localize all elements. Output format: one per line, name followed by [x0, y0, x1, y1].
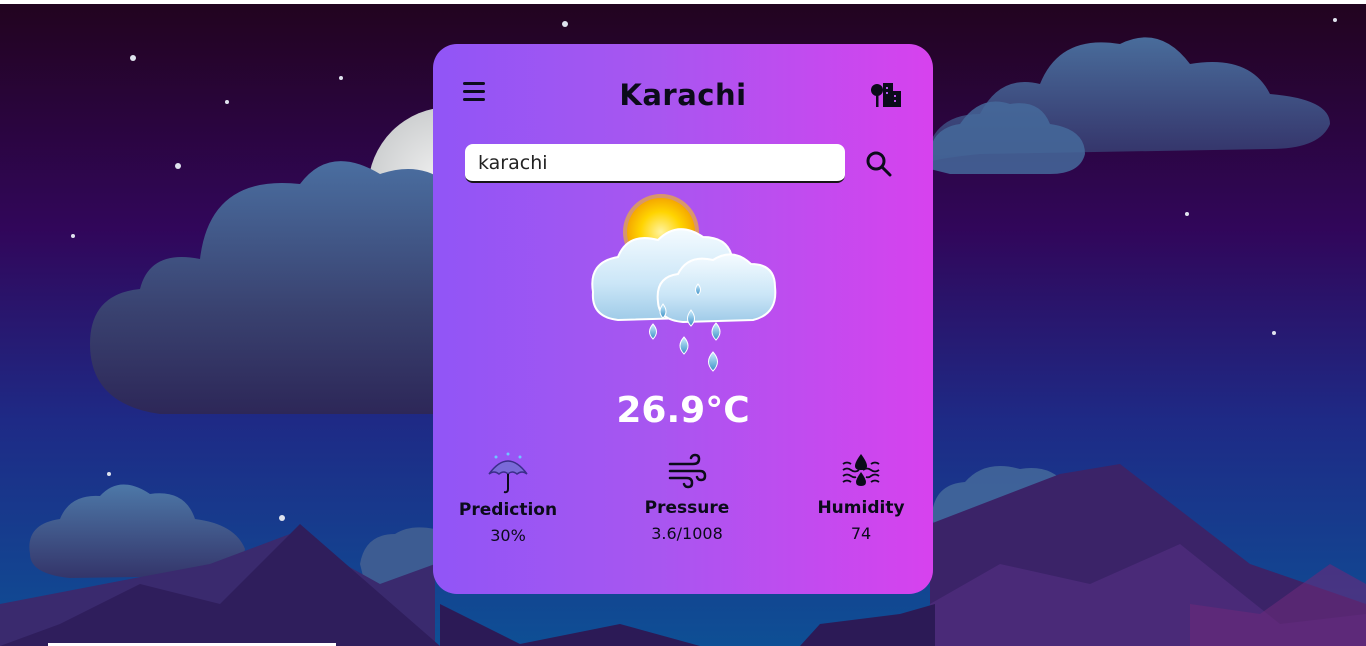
stat-pressure: Pressure 3.6/1008: [617, 452, 757, 543]
stat-prediction: Prediction 30%: [438, 452, 578, 545]
umbrella-icon: [488, 452, 528, 494]
humidity-icon: [842, 454, 880, 486]
search-input[interactable]: [465, 144, 845, 183]
stat-label: Humidity: [817, 498, 905, 518]
city-title: Karachi: [619, 78, 747, 112]
stat-value: 3.6/1008: [651, 524, 723, 543]
temperature-value: 26.9°C: [616, 390, 750, 431]
city-buildings-icon[interactable]: [869, 81, 903, 109]
stat-humidity: Humidity 74: [791, 452, 931, 543]
search-icon[interactable]: [865, 150, 893, 178]
stat-label: Pressure: [644, 498, 730, 518]
stat-value: 30%: [490, 526, 526, 545]
wind-icon: [668, 453, 707, 489]
sun-cloud-rain-icon: [591, 194, 777, 372]
weather-card: Karachi karachi 26.9°C Prediction 30% Pr…: [433, 44, 933, 594]
stat-label: Prediction: [458, 500, 558, 520]
stat-value: 74: [850, 524, 872, 543]
